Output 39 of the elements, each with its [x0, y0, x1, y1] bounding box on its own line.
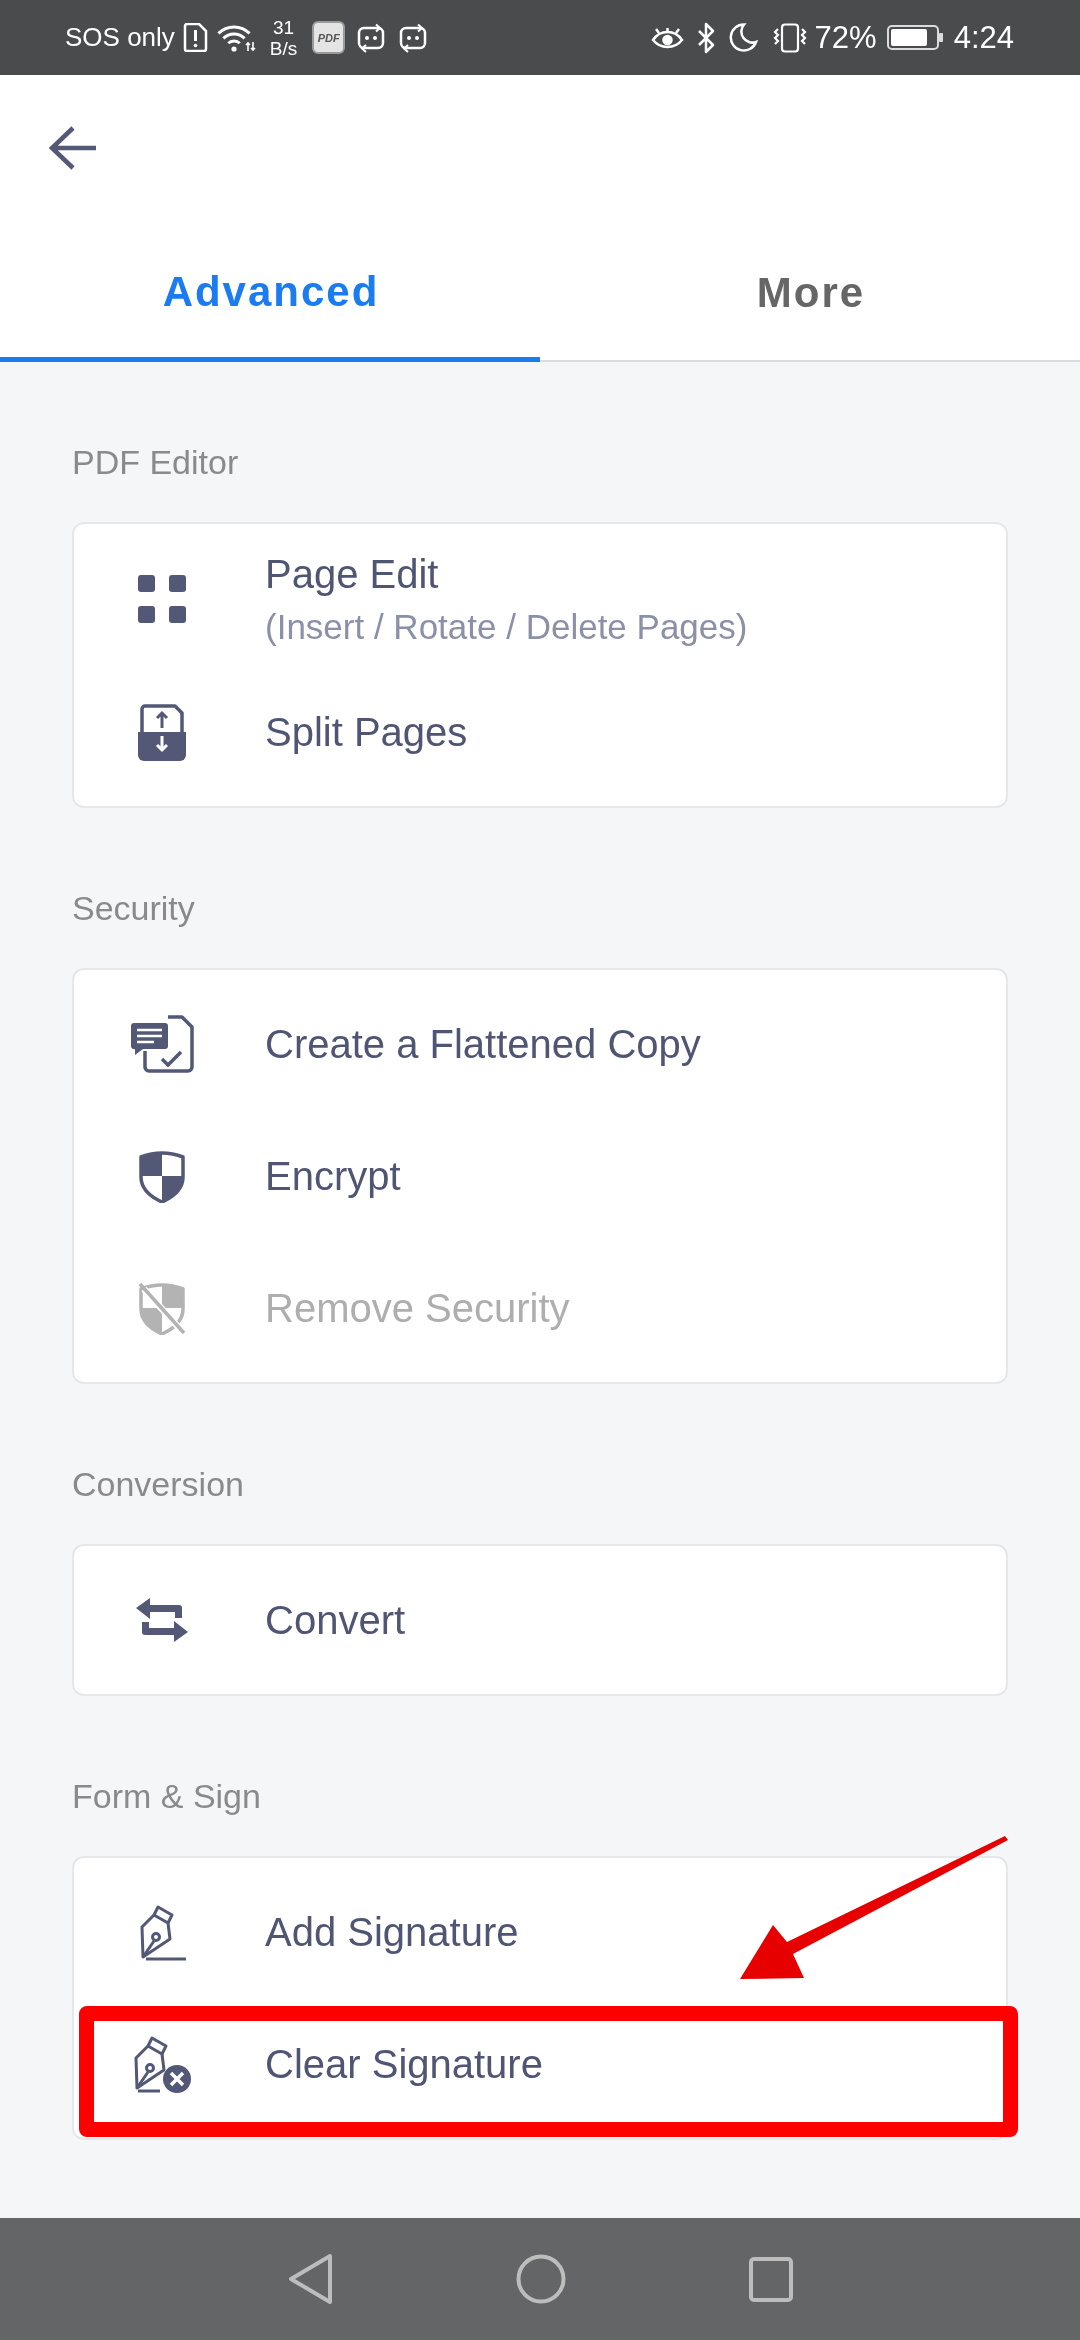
- pen-nib-cross-icon: [132, 2034, 192, 2094]
- section-heading: Conversion: [72, 1464, 245, 1504]
- battery-icon: [886, 25, 944, 50]
- eye-icon: [650, 26, 684, 49]
- chat-icon: [357, 22, 386, 53]
- section-heading: Form & Sign: [72, 1776, 262, 1816]
- wifi-icon: [215, 22, 256, 53]
- menu-item[interactable]: Convert: [265, 1595, 406, 1645]
- pen-nib-icon: [138, 1903, 186, 1961]
- section-heading: Security: [72, 888, 196, 928]
- shield-icon: [138, 1149, 186, 1203]
- back-icon[interactable]: [287, 2253, 333, 2305]
- menu-item[interactable]: Encrypt: [265, 1151, 401, 1201]
- menu-item[interactable]: Split Pages: [265, 707, 468, 757]
- menu-item[interactable]: Page Edit: [265, 549, 748, 599]
- menu-item[interactable]: Add Signature: [265, 1907, 519, 1957]
- menu-item-description: (Insert / Rotate / Delete Pages): [265, 606, 748, 648]
- battery-percent: 72%: [814, 19, 877, 56]
- tab[interactable]: More: [540, 220, 1080, 362]
- menu-item[interactable]: Clear Signature: [265, 2039, 543, 2089]
- grid-icon: [138, 575, 186, 623]
- crossed-shield-icon: [138, 1281, 186, 1335]
- home-icon[interactable]: [515, 2254, 566, 2304]
- split-page-icon: [138, 703, 186, 761]
- bluetooth-icon: [695, 21, 717, 54]
- pdf-app-badge: PDF: [312, 21, 346, 54]
- sim-alert-icon: [182, 23, 208, 52]
- tab[interactable]: Advanced: [0, 220, 540, 362]
- section-heading: PDF Editor: [72, 442, 240, 482]
- chat-icon: [399, 22, 428, 53]
- swap-arrows-icon: [136, 1597, 188, 1643]
- clock-time: 4:24: [953, 19, 1014, 56]
- network-speed-unit: B/s: [269, 37, 298, 59]
- menu-item[interactable]: Create a Flattened Copy: [265, 1019, 701, 1069]
- recents-icon[interactable]: [748, 2256, 793, 2302]
- back-icon[interactable]: [48, 124, 96, 171]
- document-check-icon: [130, 1015, 194, 1073]
- network-speed-value: 31: [273, 16, 295, 38]
- carrier-label: SOS only: [65, 22, 175, 53]
